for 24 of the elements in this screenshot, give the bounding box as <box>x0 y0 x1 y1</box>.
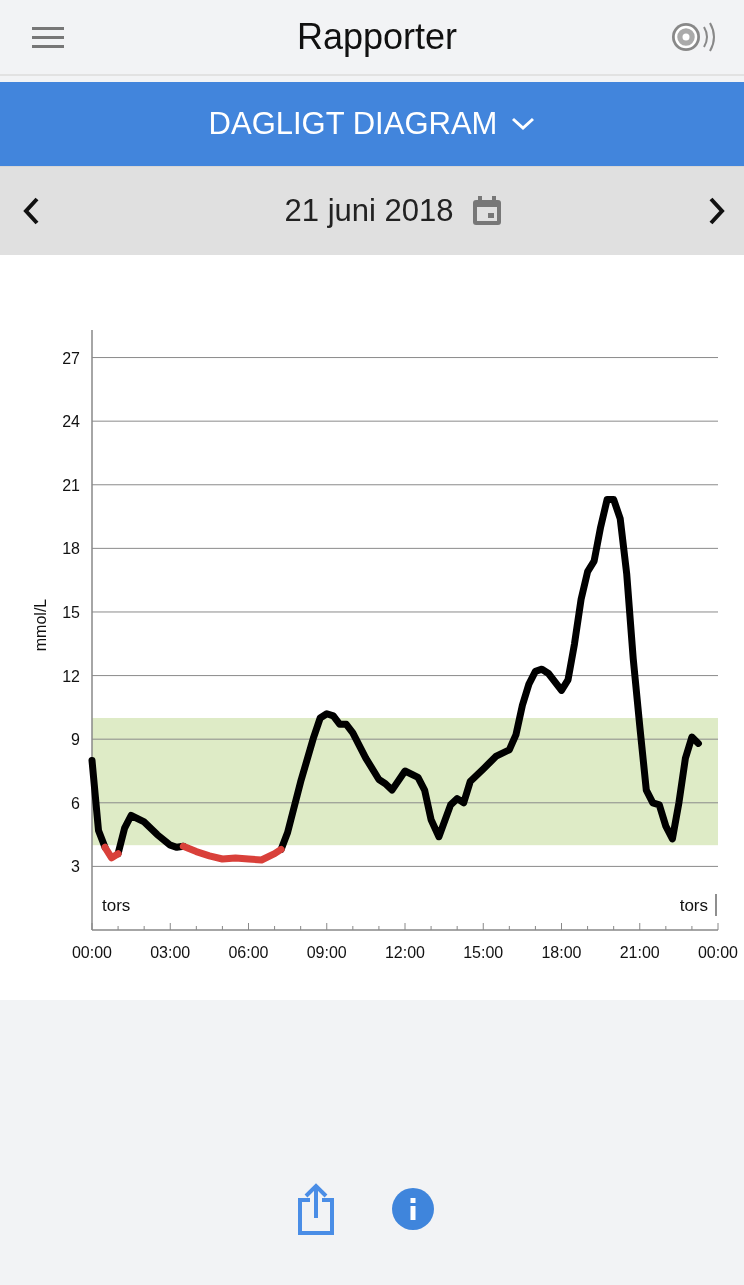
day-label: tors <box>102 896 131 915</box>
y-tick-label: 6 <box>71 794 80 812</box>
x-tick-label: 06:00 <box>228 944 269 961</box>
x-tick-label: 00:00 <box>72 944 112 961</box>
page-title: Rapporter <box>296 16 458 58</box>
y-tick-label: 3 <box>71 858 80 876</box>
y-tick-label: 9 <box>71 731 80 749</box>
day-label: tors <box>679 896 708 915</box>
report-type-dropdown[interactable]: DAGLIGT DIAGRAM <box>0 82 744 166</box>
y-tick-label: 27 <box>62 349 80 367</box>
y-tick-label: 12 <box>62 667 80 685</box>
y-tick-label: 15 <box>62 604 80 621</box>
y-axis-label: mmol/L <box>32 598 49 652</box>
x-tick-label: 18:00 <box>541 944 582 961</box>
y-tick-label: 18 <box>62 540 80 558</box>
x-tick-label: 12:00 <box>385 944 425 961</box>
date-label: 21 juni 2018 <box>284 193 454 229</box>
x-tick-label: 03:00 <box>150 944 191 961</box>
x-tick-label: 09:00 <box>306 944 347 961</box>
y-tick-label: 21 <box>62 476 80 494</box>
y-tick-label: 24 <box>62 413 80 431</box>
x-tick-label: 15:00 <box>463 944 504 961</box>
x-tick-label: 00:00 <box>698 944 738 961</box>
x-tick-label: 21:00 <box>619 944 660 961</box>
